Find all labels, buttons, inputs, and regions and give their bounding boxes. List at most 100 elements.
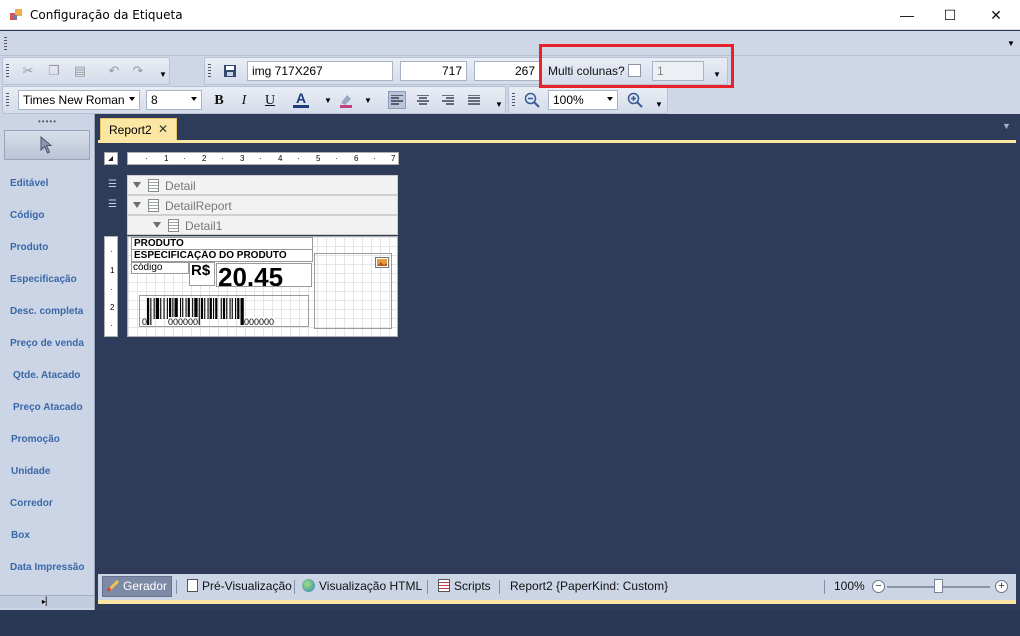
toolbox-item-corredor[interactable]: Corredor: [10, 498, 53, 509]
toolbox-item-especificacao[interactable]: Especificação: [10, 274, 77, 285]
tab-scripts[interactable]: Scripts: [438, 579, 491, 593]
menu-overflow-icon[interactable]: ▼: [1007, 39, 1015, 49]
font-color-dropdown-icon[interactable]: ▼: [319, 91, 337, 109]
close-icon[interactable]: ✕: [158, 122, 168, 136]
highlight-color-icon[interactable]: [337, 91, 355, 109]
collapse-icon[interactable]: [133, 182, 141, 188]
toolbox-item-preco-venda[interactable]: Preço de venda: [10, 338, 84, 349]
properties-toolbar-grip[interactable]: [208, 64, 211, 79]
toolbox-item-produto[interactable]: Produto: [10, 242, 48, 253]
toolbox-item-data-impressao[interactable]: Data Impressão: [10, 562, 84, 573]
barcode-bar: [150, 298, 152, 325]
edit-toolbar: ✂ ❐ ▤ ↶ ↷ ▼: [2, 57, 170, 85]
italic-button[interactable]: I: [234, 91, 254, 111]
label-especificacao[interactable]: ESPECIFICAÇÃO DO PRODUTO: [131, 249, 313, 262]
barcode-bar: [192, 298, 194, 319]
barcode-bar: [153, 298, 155, 319]
height-input[interactable]: [474, 61, 540, 81]
barcode[interactable]: 0 000000 000000: [139, 295, 309, 327]
toolbox-grip[interactable]: •••••: [38, 117, 57, 126]
tab-gerador-label: Gerador: [123, 579, 168, 593]
width-input[interactable]: [400, 61, 467, 81]
highlight-dropdown-icon[interactable]: ▼: [359, 91, 377, 109]
cut-icon[interactable]: ✂: [19, 62, 37, 80]
label-price[interactable]: 20.45: [216, 263, 312, 287]
toolbox-item-editavel[interactable]: Editável: [10, 178, 48, 189]
app-icon: [10, 9, 22, 20]
separator: [176, 580, 177, 594]
menu-grip[interactable]: [4, 37, 7, 50]
tab-report2[interactable]: Report2 ✕: [100, 118, 177, 140]
band-detail1[interactable]: Detail1: [127, 215, 398, 235]
collapse-icon[interactable]: [133, 202, 141, 208]
tab-pre-visualizacao[interactable]: Pré-Visualização: [187, 579, 292, 593]
edit-toolbar-grip[interactable]: [6, 64, 9, 79]
barcode-bar: [215, 298, 218, 319]
toolbox-item-preco-atacado[interactable]: Preço Atacado: [13, 402, 83, 413]
toolbox-item-qtde-atacado[interactable]: Qtde. Atacado: [13, 370, 80, 381]
font-family-select[interactable]: Times New Roman: [18, 90, 140, 110]
align-left-icon[interactable]: [388, 91, 406, 109]
band-detail1-label: Detail1: [185, 219, 223, 233]
pointer-tool-button[interactable]: [4, 130, 90, 160]
ruler-corner[interactable]: [104, 152, 118, 165]
toolbox-item-promocao[interactable]: Promoção: [11, 434, 60, 445]
zoom-toolbar-grip[interactable]: [512, 93, 515, 108]
label-codigo[interactable]: código: [131, 262, 189, 274]
collapse-icon[interactable]: [153, 222, 161, 228]
toolbox-item-desc-completa[interactable]: Desc. completa: [10, 306, 83, 317]
font-color-button[interactable]: A: [293, 90, 309, 108]
zoom-in-icon[interactable]: [626, 91, 644, 109]
maximize-button[interactable]: ☐: [927, 0, 973, 30]
toolbox-item-codigo[interactable]: Código: [10, 210, 44, 221]
zoom-out-icon[interactable]: [523, 91, 541, 109]
minimize-button[interactable]: —: [884, 0, 930, 30]
ruler-tick: 2: [110, 303, 115, 312]
barcode-bar: [163, 298, 165, 319]
toolbox-item-box[interactable]: Box: [11, 530, 30, 541]
band-detail[interactable]: Detail: [127, 175, 398, 195]
undo-icon[interactable]: ↶: [105, 62, 123, 80]
redo-icon[interactable]: ↷: [129, 62, 147, 80]
band-menu-icon[interactable]: ☰: [108, 199, 117, 210]
picture-box[interactable]: [314, 253, 392, 329]
script-icon: [438, 579, 450, 592]
save-icon[interactable]: [221, 62, 239, 80]
zoom-select[interactable]: 100%: [548, 90, 618, 110]
font-size-select[interactable]: 8: [146, 90, 202, 110]
barcode-bar: [166, 298, 168, 319]
zoom-plus-button[interactable]: +: [995, 580, 1008, 593]
tab-underline: [98, 140, 1016, 143]
zoom-minus-button[interactable]: −: [872, 580, 885, 593]
tab-gerador[interactable]: Gerador: [102, 576, 173, 597]
barcode-bar: [209, 298, 212, 319]
bottom-bar: [0, 610, 1020, 636]
status-underline: [98, 600, 1016, 604]
barcode-bar: [200, 298, 204, 319]
image-name-input[interactable]: [247, 61, 393, 81]
toolbox-scroll-button[interactable]: ▸▏: [0, 595, 94, 608]
tab-visualizacao-html[interactable]: Visualização HTML: [302, 579, 422, 593]
paste-icon[interactable]: ▤: [71, 62, 89, 80]
copy-icon[interactable]: ❐: [45, 62, 63, 80]
align-center-icon[interactable]: [414, 91, 432, 109]
label-currency[interactable]: R$: [189, 262, 215, 286]
band-detail-report[interactable]: DetailReport: [127, 195, 398, 215]
barcode-bar: [174, 298, 178, 319]
tab-dropdown-icon[interactable]: ▼: [1002, 121, 1011, 131]
edit-overflow-icon[interactable]: ▼: [159, 70, 167, 80]
bold-button[interactable]: B: [209, 91, 229, 111]
band-menu-icon[interactable]: ☰: [108, 179, 117, 190]
close-button[interactable]: ✕: [973, 0, 1019, 30]
zoom-slider-thumb[interactable]: [934, 579, 943, 593]
align-right-icon[interactable]: [439, 91, 457, 109]
format-overflow-icon[interactable]: ▼: [495, 100, 503, 110]
barcode-bar: [147, 298, 150, 325]
underline-button[interactable]: U: [260, 91, 280, 111]
toolbox-item-unidade[interactable]: Unidade: [11, 466, 50, 477]
format-toolbar-grip[interactable]: [6, 93, 9, 108]
barcode-bar: [213, 298, 215, 319]
label-canvas[interactable]: PRODUTO ESPECIFICAÇÃO DO PRODUTO código …: [127, 236, 398, 337]
zoom-overflow-icon[interactable]: ▼: [655, 100, 663, 110]
align-justify-icon[interactable]: [465, 91, 483, 109]
